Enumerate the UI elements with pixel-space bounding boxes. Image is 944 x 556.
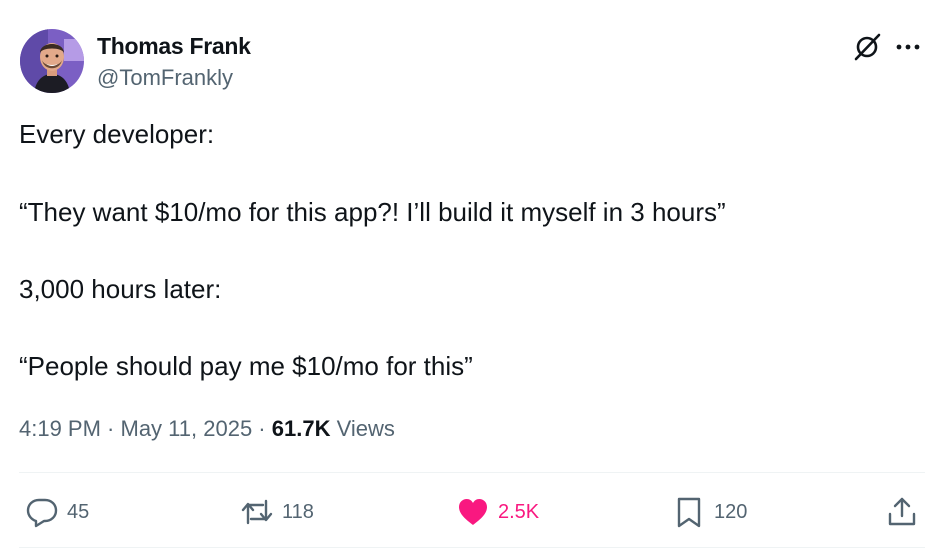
author-handle[interactable]: @TomFrankly <box>97 65 233 91</box>
repost-button[interactable]: 118 <box>240 493 314 531</box>
share-icon <box>888 497 916 526</box>
avatar[interactable] <box>20 29 84 93</box>
meta-separator: · <box>100 416 121 441</box>
post-date[interactable]: May 11, 2025 <box>121 416 253 441</box>
post-text-line-2: “They want $10/mo for this app?! I’ll bu… <box>19 197 726 227</box>
like-count: 2.5K <box>498 500 540 523</box>
share-button[interactable] <box>885 493 919 531</box>
grok-icon[interactable] <box>852 32 882 62</box>
reply-icon <box>26 498 58 528</box>
more-icon[interactable] <box>893 33 923 61</box>
post-text-line-1: Every developer: <box>19 119 215 149</box>
reply-count: 45 <box>67 500 90 523</box>
reply-button[interactable]: 45 <box>25 493 89 531</box>
views-label: Views <box>330 416 395 441</box>
repost-count: 118 <box>282 500 314 523</box>
views-count: 61.7K <box>271 416 331 441</box>
post-meta: 4:19 PM · May 11, 2025 · 61.7K Views <box>19 416 395 442</box>
meta-separator: · <box>252 416 272 441</box>
avatar-image <box>20 29 84 93</box>
author-name[interactable]: Thomas Frank <box>97 33 251 60</box>
divider <box>19 472 925 473</box>
divider <box>19 547 925 548</box>
post-text-line-3: 3,000 hours later: <box>19 274 222 304</box>
bookmark-icon <box>677 497 701 528</box>
like-button[interactable]: 2.5K <box>456 493 539 531</box>
bookmark-count: 120 <box>714 500 748 523</box>
post-time[interactable]: 4:19 PM <box>19 416 101 441</box>
post-text-line-4: “People should pay me $10/mo for this” <box>19 351 473 381</box>
bookmark-button[interactable]: 120 <box>672 493 747 531</box>
repost-icon <box>241 499 273 525</box>
like-icon <box>459 499 487 525</box>
